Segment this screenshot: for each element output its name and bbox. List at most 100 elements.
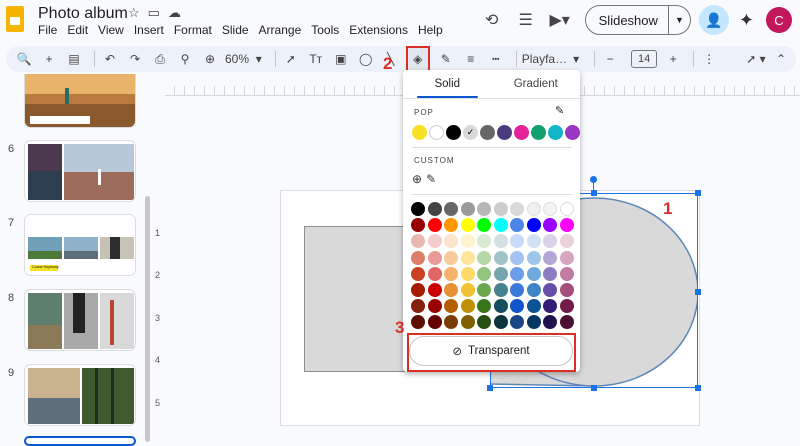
grid-color-swatch[interactable] xyxy=(543,234,557,249)
more-options-icon[interactable]: ⋮ xyxy=(699,48,719,70)
grid-color-swatch[interactable] xyxy=(444,234,458,249)
menu-edit[interactable]: Edit xyxy=(67,23,88,37)
grid-color-swatch[interactable] xyxy=(444,315,458,330)
grid-color-swatch[interactable] xyxy=(411,282,425,297)
grid-color-swatch[interactable] xyxy=(427,282,442,297)
slides-logo[interactable] xyxy=(6,6,24,32)
grid-color-swatch[interactable] xyxy=(427,218,442,233)
grid-color-swatch[interactable] xyxy=(444,218,458,233)
font-size-input[interactable]: 14 xyxy=(631,50,658,68)
font-select[interactable]: Playfa… ▾ xyxy=(522,52,579,66)
collapse-menus-icon[interactable]: ⌃ xyxy=(771,48,791,70)
tab-gradient[interactable]: Gradient xyxy=(492,70,581,98)
add-custom-color-icon[interactable]: ⊕ xyxy=(412,172,422,186)
redo-icon[interactable]: ↷ xyxy=(125,48,145,70)
grid-color-swatch[interactable] xyxy=(411,250,425,265)
star-icon[interactable]: ☆ xyxy=(128,5,140,21)
grid-color-swatch[interactable] xyxy=(543,250,557,265)
filmstrip-scrollbar[interactable] xyxy=(145,196,150,442)
slideshow-label[interactable]: Slideshow xyxy=(586,13,668,28)
grid-color-swatch[interactable] xyxy=(411,299,425,314)
menu-view[interactable]: View xyxy=(98,23,124,37)
menu-format[interactable]: Format xyxy=(174,23,212,37)
gemini-icon[interactable]: ✦ xyxy=(739,10,754,31)
zoom-select[interactable]: 60% ▾ xyxy=(225,48,262,70)
image-icon[interactable]: ▣ xyxy=(331,48,351,70)
menu-extensions[interactable]: Extensions xyxy=(349,23,408,37)
menu-file[interactable]: File xyxy=(38,23,57,37)
select-pointer-icon[interactable]: ➚ xyxy=(281,48,301,70)
move-folder-icon[interactable]: ▭ xyxy=(148,5,160,21)
comments-icon[interactable]: ☰ xyxy=(511,5,541,35)
grid-color-swatch[interactable] xyxy=(493,234,508,249)
shape-icon[interactable]: ◯ xyxy=(356,48,376,70)
pop-color-swatch[interactable] xyxy=(514,125,529,140)
grid-color-swatch[interactable] xyxy=(526,218,541,233)
grid-color-swatch[interactable] xyxy=(510,266,524,281)
slideshow-dropdown-icon[interactable]: ▼ xyxy=(667,6,690,34)
grid-color-swatch[interactable] xyxy=(559,202,574,216)
decrease-font-button[interactable]: − xyxy=(600,48,620,70)
grid-color-swatch[interactable] xyxy=(559,299,574,314)
eyedropper-icon[interactable]: ✎ xyxy=(426,172,436,186)
grid-color-swatch[interactable] xyxy=(427,202,442,216)
pop-color-swatch[interactable] xyxy=(565,125,580,140)
grid-color-swatch[interactable] xyxy=(460,234,475,249)
grid-color-swatch[interactable] xyxy=(493,299,508,314)
grid-color-swatch[interactable] xyxy=(559,315,574,330)
grid-color-swatch[interactable] xyxy=(559,218,574,233)
grid-color-swatch[interactable] xyxy=(427,234,442,249)
edit-palette-icon[interactable]: ✎ xyxy=(555,104,564,117)
vertical-ruler[interactable]: 1 2 3 4 5 xyxy=(153,110,163,410)
grid-color-swatch[interactable] xyxy=(460,202,475,216)
grid-color-swatch[interactable] xyxy=(510,234,524,249)
grid-color-swatch[interactable] xyxy=(526,250,541,265)
grid-color-swatch[interactable] xyxy=(477,218,491,233)
grid-color-swatch[interactable] xyxy=(543,299,557,314)
slide-thumbnail[interactable] xyxy=(24,364,136,426)
grid-color-swatch[interactable] xyxy=(559,250,574,265)
menu-arrange[interactable]: Arrange xyxy=(259,23,302,37)
grid-color-swatch[interactable] xyxy=(526,315,541,330)
grid-color-swatch[interactable] xyxy=(444,266,458,281)
paint-format-icon[interactable]: ⚲ xyxy=(175,48,195,70)
grid-color-swatch[interactable] xyxy=(427,315,442,330)
grid-color-swatch[interactable] xyxy=(526,282,541,297)
zoom-icon[interactable]: ⊕ xyxy=(200,48,220,70)
grid-color-swatch[interactable] xyxy=(543,202,557,216)
grid-color-swatch[interactable] xyxy=(427,299,442,314)
grid-color-swatch[interactable] xyxy=(543,282,557,297)
slide-thumbnail[interactable] xyxy=(24,74,136,128)
pop-color-swatch[interactable] xyxy=(548,125,563,140)
pop-color-swatch[interactable] xyxy=(429,125,444,140)
pop-color-swatch[interactable] xyxy=(531,125,546,140)
grid-color-swatch[interactable] xyxy=(493,266,508,281)
cloud-status-icon[interactable]: ☁ xyxy=(168,5,181,21)
grid-color-swatch[interactable] xyxy=(510,282,524,297)
pop-color-swatch[interactable]: ✓ xyxy=(463,125,478,140)
document-title[interactable]: Photo album xyxy=(38,5,128,23)
pop-color-swatch[interactable] xyxy=(480,125,495,140)
grid-color-swatch[interactable] xyxy=(444,250,458,265)
resize-handle[interactable] xyxy=(591,385,597,391)
slide-thumbnail[interactable] xyxy=(24,140,136,202)
editing-mode-icon[interactable]: ➚ ▾ xyxy=(746,48,766,70)
share-button[interactable]: 👤 xyxy=(698,5,729,35)
grid-color-swatch[interactable] xyxy=(427,250,442,265)
resize-handle[interactable] xyxy=(487,385,493,391)
grid-color-swatch[interactable] xyxy=(559,266,574,281)
border-color-icon[interactable]: ✎ xyxy=(436,48,456,70)
menu-tools[interactable]: Tools xyxy=(311,23,339,37)
grid-color-swatch[interactable] xyxy=(477,282,491,297)
slide-thumbnail[interactable]: Coast Highway xyxy=(24,214,136,276)
grid-color-swatch[interactable] xyxy=(411,266,425,281)
grid-color-swatch[interactable] xyxy=(559,234,574,249)
pop-color-swatch[interactable] xyxy=(497,125,512,140)
resize-handle[interactable] xyxy=(695,289,701,295)
print-icon[interactable]: ⎙ xyxy=(150,48,170,70)
border-dash-icon[interactable]: ┅ xyxy=(486,48,506,70)
grid-color-swatch[interactable] xyxy=(427,266,442,281)
grid-color-swatch[interactable] xyxy=(460,218,475,233)
menu-help[interactable]: Help xyxy=(418,23,443,37)
grid-color-swatch[interactable] xyxy=(510,202,524,216)
